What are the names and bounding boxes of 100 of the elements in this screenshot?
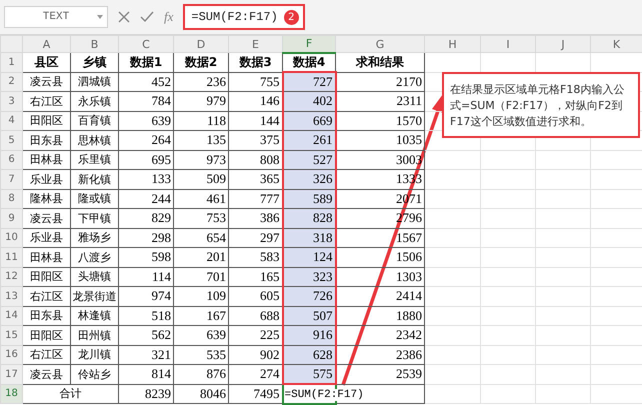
check-icon[interactable]: [140, 11, 154, 23]
table-cell: 109: [174, 286, 228, 306]
row-header[interactable]: 8: [0, 189, 22, 208]
row-header[interactable]: 4: [0, 111, 22, 130]
table-cell: 8239: [118, 384, 174, 404]
table-cell: 8046: [174, 384, 228, 404]
row-header[interactable]: 14: [0, 306, 22, 326]
table-cell: 973: [174, 150, 228, 170]
table-cell: 右江区: [22, 92, 70, 111]
table-cell: 323: [282, 267, 336, 286]
row-header[interactable]: 5: [0, 130, 22, 150]
table-cell: 1570: [336, 111, 424, 130]
table-cell: 753: [174, 208, 228, 228]
table-cell: 1567: [336, 228, 424, 248]
table-cell: 八渡乡: [70, 248, 118, 267]
column-header[interactable]: G: [336, 36, 424, 52]
row-header[interactable]: 6: [0, 150, 22, 170]
table-cell: 527: [282, 150, 336, 170]
table-cell: 133: [118, 170, 174, 189]
table-cell: 田州镇: [70, 326, 118, 345]
table-cell: 泗城镇: [70, 72, 118, 92]
table-cell: 402: [282, 92, 336, 111]
table-cell: 298: [118, 228, 174, 248]
table-cell: 田阳区: [22, 267, 70, 286]
row-header[interactable]: 7: [0, 170, 22, 189]
row-header[interactable]: 11: [0, 248, 22, 267]
row-header[interactable]: 1: [0, 52, 22, 72]
table-cell: 数据1: [118, 52, 174, 72]
table-cell: 田阳区: [22, 326, 70, 345]
table-cell: 2386: [336, 345, 424, 364]
row-header[interactable]: 15: [0, 326, 22, 345]
column-header[interactable]: H: [424, 36, 480, 52]
table-cell: 1880: [336, 306, 424, 326]
table-cell: 数据2: [174, 52, 228, 72]
table-cell: 876: [174, 364, 228, 384]
table-cell: 598: [118, 248, 174, 267]
table-cell: 乡镇: [70, 52, 118, 72]
table-cell: 新化镇: [70, 170, 118, 189]
table-cell: 田林县: [22, 248, 70, 267]
table-cell: 田东县: [22, 130, 70, 150]
table-cell: 乐里镇: [70, 150, 118, 170]
table-cell: 永乐镇: [70, 92, 118, 111]
table-cell: 509: [174, 170, 228, 189]
table-cell: 236: [174, 72, 228, 92]
table-cell: 654: [174, 228, 228, 248]
column-header[interactable]: B: [70, 36, 118, 52]
column-header[interactable]: F: [282, 36, 336, 52]
table-cell: 118: [174, 111, 228, 130]
formula-field[interactable]: =SUM(F2:F17) 2: [183, 4, 305, 30]
table-cell: 2539: [336, 364, 424, 384]
table-cell: 461: [174, 189, 228, 208]
table-cell: 头塘镇: [70, 267, 118, 286]
table-cell: 201: [174, 248, 228, 267]
table-cell: 639: [174, 326, 228, 345]
table-cell: 田东县: [22, 306, 70, 326]
table-cell: 167: [174, 306, 228, 326]
table-cell: 535: [174, 345, 228, 364]
name-box[interactable]: TEXT: [4, 6, 108, 28]
table-cell: 伶站乡: [70, 364, 118, 384]
table-cell: 726: [282, 286, 336, 306]
column-header[interactable]: D: [174, 36, 228, 52]
row-header[interactable]: 3: [0, 92, 22, 111]
callout-text: 在结果显示区域单元格F18内输入公式=SUM（F2:F17），对纵向F2到F17这个区域数值进行求和。: [450, 83, 624, 128]
column-header[interactable]: E: [228, 36, 282, 52]
row-header[interactable]: 12: [0, 267, 22, 286]
table-cell: 575: [282, 364, 336, 384]
column-header[interactable]: I: [480, 36, 536, 52]
table-cell: 右江区: [22, 286, 70, 306]
table-cell: 雅场乡: [70, 228, 118, 248]
row-header[interactable]: 2: [0, 72, 22, 92]
table-cell: 思林镇: [70, 130, 118, 150]
table-cell: 979: [174, 92, 228, 111]
column-header[interactable]: C: [118, 36, 174, 52]
table-cell: 合计: [22, 384, 118, 404]
column-header[interactable]: A: [22, 36, 70, 52]
table-cell: 518: [118, 306, 174, 326]
row-header[interactable]: 18: [0, 384, 22, 404]
table-cell: 求和结果: [336, 52, 424, 72]
table-cell: 639: [118, 111, 174, 130]
row-header[interactable]: 9: [0, 208, 22, 228]
table-cell: 326: [282, 170, 336, 189]
row-header[interactable]: 10: [0, 228, 22, 248]
table-cell: 数据3: [228, 52, 282, 72]
table-cell: 727: [282, 72, 336, 92]
table-cell: 2170: [336, 72, 424, 92]
step-badge: 2: [284, 10, 299, 24]
table-cell: 隆或镇: [70, 189, 118, 208]
row-header[interactable]: 13: [0, 286, 22, 306]
table-cell: 829: [118, 208, 174, 228]
row-header[interactable]: 17: [0, 364, 22, 384]
function-button[interactable]: fx: [164, 9, 174, 25]
close-icon[interactable]: [118, 11, 130, 23]
column-header[interactable]: K: [590, 36, 642, 52]
table-cell: 701: [174, 267, 228, 286]
column-header[interactable]: J: [536, 36, 590, 52]
table-cell: 135: [174, 130, 228, 150]
table-cell: 318: [282, 228, 336, 248]
row-header[interactable]: 16: [0, 345, 22, 364]
table-cell: 828: [282, 208, 336, 228]
table-cell: 244: [118, 189, 174, 208]
